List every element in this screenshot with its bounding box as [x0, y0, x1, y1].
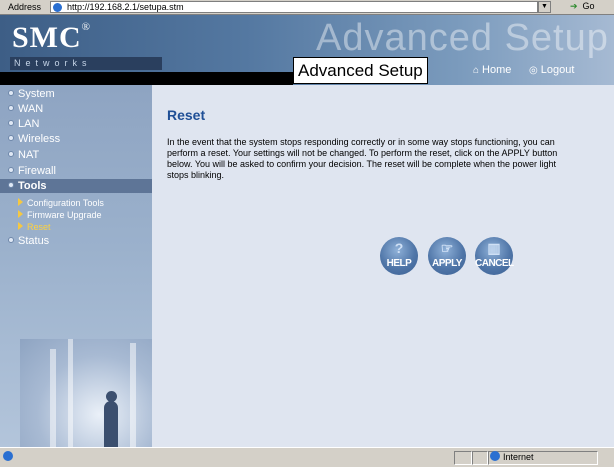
pillar-decoration — [50, 349, 56, 447]
bullet-icon — [8, 105, 14, 111]
sidebar-subitem-firmware-upgrade[interactable]: Firmware Upgrade — [18, 210, 102, 220]
status-segment — [472, 451, 488, 465]
go-label: Go — [582, 1, 595, 11]
zone-label: Internet — [503, 452, 534, 462]
security-zone: Internet — [490, 451, 534, 462]
apply-button[interactable]: ☞ APPLY — [428, 237, 466, 275]
faded-header-title: Advanced Setup — [316, 17, 609, 59]
address-label: Address — [8, 2, 42, 12]
logout-label: Logout — [540, 64, 575, 76]
globe-icon — [490, 451, 500, 461]
cancel-button-label: CANCEL — [475, 258, 514, 269]
sidebar-subitem-label: Firmware Upgrade — [27, 210, 102, 220]
go-button[interactable]: ➔ Go — [570, 1, 595, 11]
sidebar-item-label: Firewall — [18, 165, 56, 177]
pillar-decoration — [130, 343, 136, 447]
main-content: Reset In the event that the system stops… — [152, 85, 614, 447]
sidebar-item-wan[interactable]: WAN — [8, 103, 43, 115]
sidebar-item-status[interactable]: Status — [8, 235, 49, 247]
person-figure — [104, 401, 118, 449]
page-title: Advanced Setup — [293, 57, 428, 84]
status-segment — [454, 451, 472, 465]
sidebar-item-label: NAT — [18, 149, 40, 161]
sidebar-item-label: Tools — [18, 180, 47, 192]
arrow-right-icon — [18, 222, 23, 230]
sidebar-item-label: LAN — [18, 118, 40, 130]
smc-logo: SMC® — [12, 21, 91, 55]
sidebar-item-system[interactable]: System — [8, 88, 55, 100]
logout-icon: ◎ — [529, 65, 538, 76]
sidebar-item-label: WAN — [18, 103, 44, 115]
sidebar-item-wireless[interactable]: Wireless — [8, 133, 60, 145]
sidebar-subitem-configuration-tools[interactable]: Configuration Tools — [18, 198, 104, 208]
bullet-icon — [8, 151, 14, 157]
help-button-label: HELP — [386, 258, 412, 269]
home-label: Home — [482, 64, 512, 76]
sidebar: System WAN LAN Wireless NAT Firewall Too… — [0, 85, 152, 449]
cancel-button[interactable]: ▥ CANCEL — [475, 237, 514, 275]
sidebar-item-firewall[interactable]: Firewall — [8, 165, 56, 177]
logo-text: SMC — [12, 21, 82, 54]
bullet-icon — [8, 167, 14, 173]
address-input[interactable]: http://192.168.2.1/setupa.stm — [50, 1, 538, 13]
apply-button-label: APPLY — [432, 258, 462, 269]
help-button[interactable]: ? HELP — [380, 237, 418, 275]
sidebar-item-label: System — [18, 88, 55, 100]
home-icon: ⌂ — [473, 65, 480, 76]
decorative-photo — [20, 339, 152, 447]
sidebar-item-label: Wireless — [18, 133, 61, 145]
bullet-icon — [8, 182, 14, 188]
hand-icon: ☞ — [440, 240, 454, 256]
go-arrow-icon: ➔ — [570, 1, 578, 11]
ie-page-icon — [53, 3, 62, 12]
arrow-right-icon — [18, 198, 23, 206]
arrow-right-icon — [18, 210, 23, 218]
address-bar: Address http://192.168.2.1/setupa.stm ▼ … — [0, 0, 614, 15]
header-black-bar — [0, 72, 293, 85]
registered-mark: ® — [81, 21, 92, 33]
reset-description: In the event that the system stops respo… — [167, 137, 558, 180]
browser-status-bar: Internet — [0, 447, 614, 467]
sidebar-item-nat[interactable]: NAT — [8, 149, 39, 161]
bullet-icon — [8, 135, 14, 141]
home-link[interactable]: ⌂ Home — [473, 64, 511, 76]
sidebar-subitem-label: Configuration Tools — [27, 198, 104, 208]
router-page: SMC® Networks Advanced Setup Advanced Se… — [0, 15, 614, 449]
bullet-icon — [8, 237, 14, 243]
bullet-icon — [8, 120, 14, 126]
pillar-decoration — [68, 339, 73, 447]
logout-link[interactable]: ◎ Logout — [529, 64, 574, 76]
bullet-icon — [8, 90, 14, 96]
ie-page-icon — [3, 451, 13, 461]
sidebar-item-lan[interactable]: LAN — [8, 118, 39, 130]
address-url: http://192.168.2.1/setupa.stm — [67, 2, 184, 12]
sidebar-subitem-label: Reset — [27, 222, 51, 232]
header: SMC® Networks Advanced Setup Advanced Se… — [0, 15, 614, 85]
sidebar-item-tools[interactable]: Tools — [8, 180, 47, 192]
sidebar-item-label: Status — [18, 235, 50, 247]
trash-icon: ▥ — [487, 240, 501, 256]
sidebar-subitem-reset[interactable]: Reset — [18, 222, 51, 232]
question-mark-icon: ? — [394, 240, 404, 256]
section-title: Reset — [167, 107, 206, 123]
networks-label: Networks — [10, 57, 162, 70]
address-dropdown-button[interactable]: ▼ — [538, 1, 551, 13]
